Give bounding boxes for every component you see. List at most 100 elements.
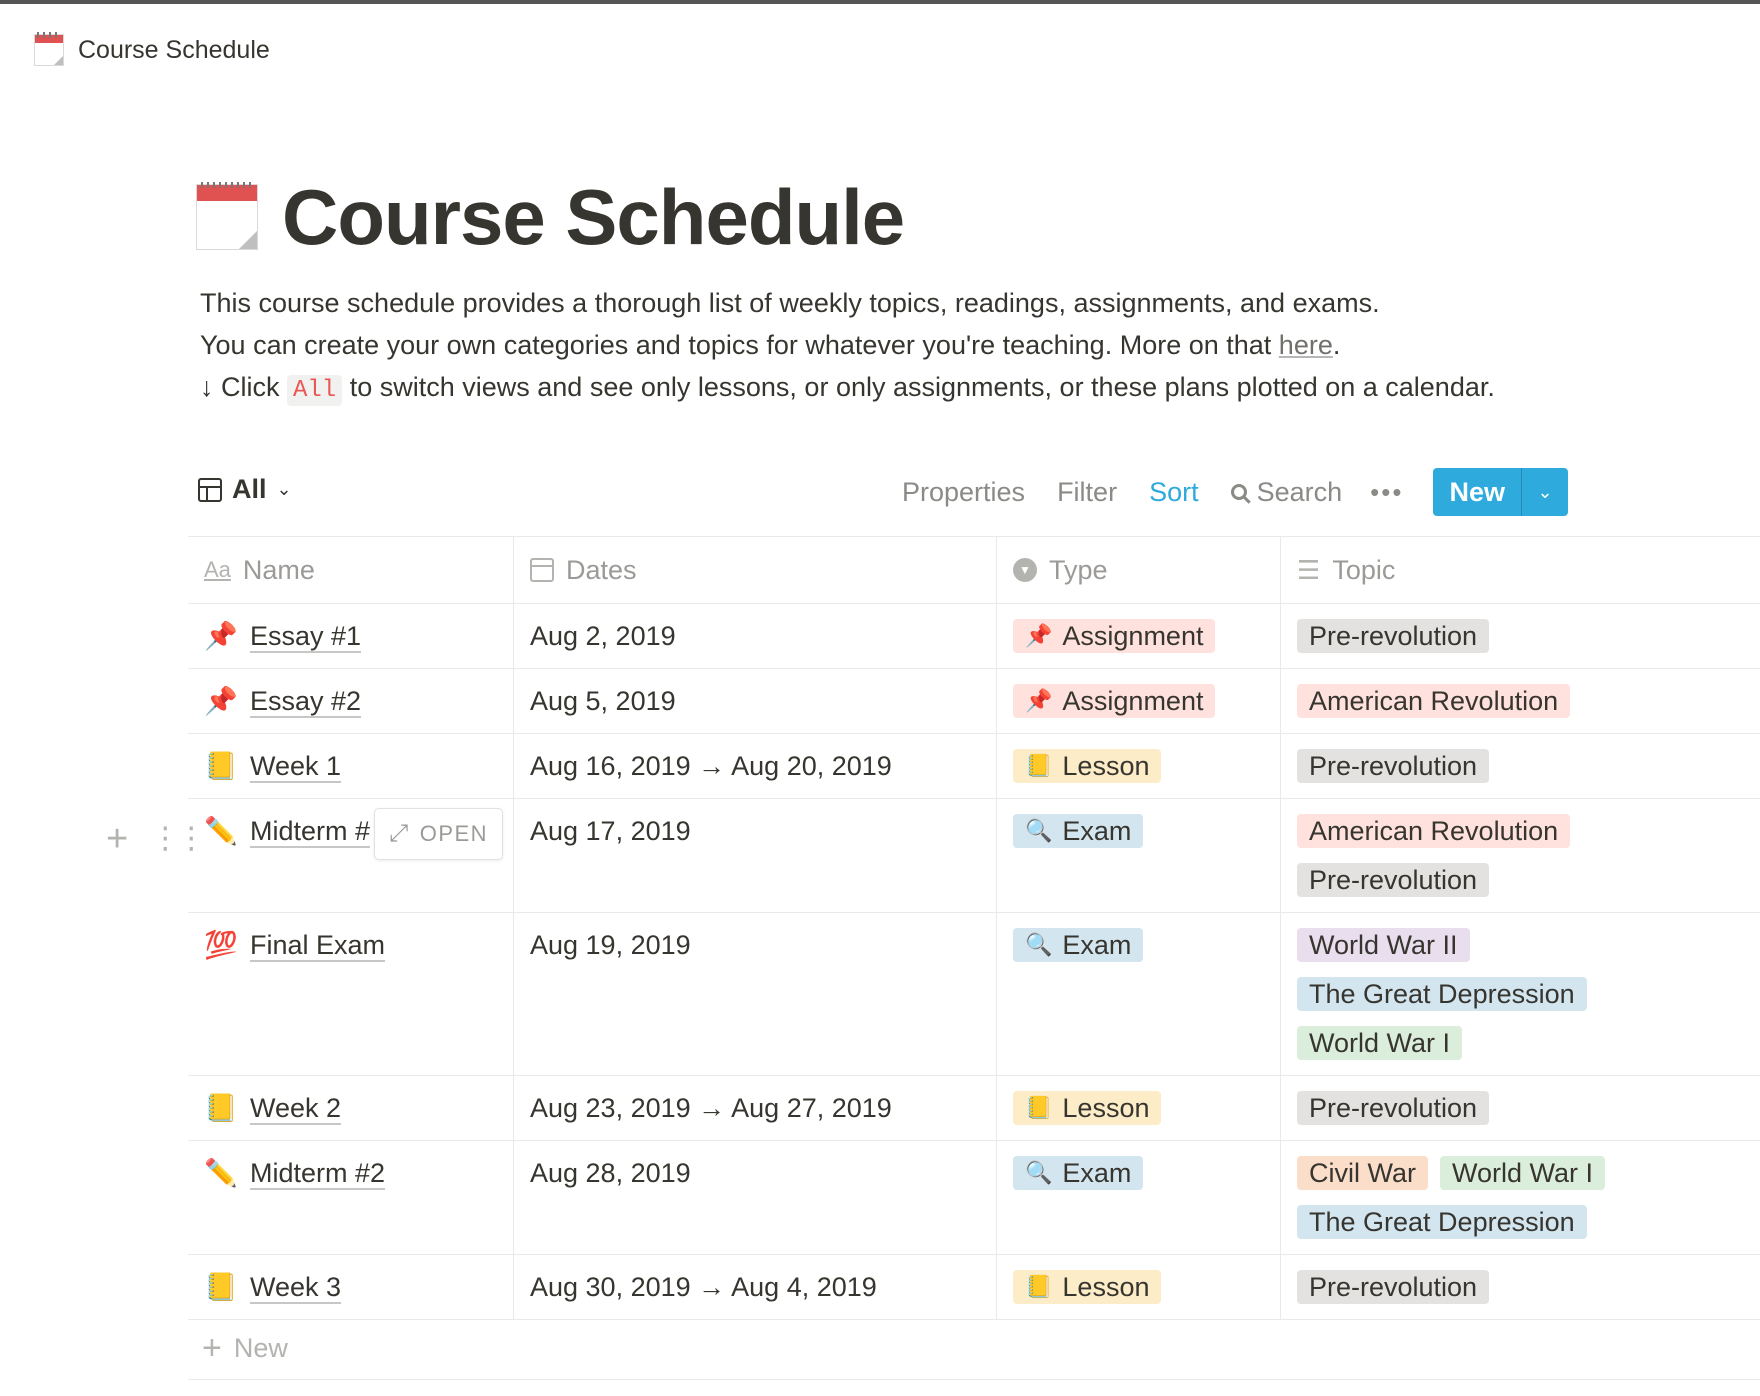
name-cell[interactable]: ✏️ Midterm #2 (188, 1141, 514, 1254)
table-row[interactable]: 📌 Essay #1 Aug 2, 2019 📌 Assignment Pre-revol… (188, 604, 1760, 669)
row-name-link[interactable]: Week 1 (250, 746, 341, 786)
type-emoji-icon: 🔍 (1025, 1160, 1053, 1185)
name-cell[interactable]: 📒 Week 3 (188, 1255, 514, 1319)
type-label: Lesson (1062, 1272, 1150, 1302)
topic-cell[interactable]: American Revolution (1281, 669, 1760, 733)
type-tag: 📌 Assignment (1013, 619, 1216, 653)
row-name-link[interactable]: Essay #2 (250, 681, 361, 721)
open-page-button[interactable]: ⤢ OPEN (374, 808, 504, 860)
dates-cell[interactable]: Aug 16, 2019 → Aug 20, 2019 (514, 734, 997, 798)
type-label: Lesson (1062, 751, 1150, 781)
topic-tag: Pre-revolution (1297, 1270, 1490, 1304)
row-emoji-icon: 📒 (204, 1093, 238, 1123)
column-header-type[interactable]: ▼ Type (997, 537, 1281, 603)
here-link[interactable]: here (1279, 330, 1333, 360)
name-cell[interactable]: 📒 Week 2 (188, 1076, 514, 1140)
type-cell[interactable]: 🔍 Exam (997, 799, 1281, 912)
column-header-name[interactable]: Aa Name (188, 537, 514, 603)
name-cell[interactable]: 📌 Essay #1 (188, 604, 514, 668)
type-cell[interactable]: 📒 Lesson (997, 1255, 1281, 1319)
type-cell[interactable]: 📌 Assignment (997, 604, 1281, 668)
row-dates: Aug 5, 2019 (530, 686, 676, 716)
dates-cell[interactable]: Aug 17, 2019 (514, 799, 997, 912)
page-title[interactable]: Course Schedule (282, 172, 905, 262)
table-row[interactable]: 💯 Final Exam Aug 19, 2019 🔍 Exam World War II… (188, 913, 1760, 1076)
topic-cell[interactable]: Pre-revolution (1281, 734, 1760, 798)
column-header-dates[interactable]: Dates (514, 537, 997, 603)
filter-button[interactable]: Filter (1057, 477, 1117, 508)
toolbar-actions: Properties Filter Sort Search ••• New ⌄ (870, 466, 1568, 518)
search-button[interactable]: Search (1230, 477, 1342, 508)
topic-tags: Pre-revolution (1297, 1088, 1744, 1128)
topic-tag: The Great Depression (1297, 977, 1587, 1011)
description-line-1: This course schedule provides a thorough… (200, 288, 1380, 318)
topic-cell[interactable]: Pre-revolution (1281, 604, 1760, 668)
column-header-topic[interactable]: ☰ Topic (1281, 537, 1760, 603)
new-button[interactable]: New (1433, 468, 1521, 516)
properties-button[interactable]: Properties (902, 477, 1025, 508)
new-button-group: New ⌄ (1433, 468, 1568, 516)
more-options-icon[interactable]: ••• (1370, 477, 1403, 508)
type-cell[interactable]: 📒 Lesson (997, 734, 1281, 798)
sort-button[interactable]: Sort (1149, 477, 1199, 508)
date-property-icon (530, 558, 554, 582)
select-property-icon: ▼ (1013, 558, 1037, 582)
table-row[interactable]: ✏️ Midterm #2 Aug 28, 2019 🔍 Exam Civil War Wo… (188, 1141, 1760, 1255)
row-emoji-icon: 📒 (204, 751, 238, 781)
dates-cell[interactable]: Aug 30, 2019 → Aug 4, 2019 (514, 1255, 997, 1319)
row-dates: Aug 16, 2019 → Aug 20, 2019 (530, 751, 892, 781)
row-name-link[interactable]: Essay #1 (250, 616, 361, 656)
row-name-link[interactable]: Week 2 (250, 1088, 341, 1128)
dates-cell[interactable]: Aug 23, 2019 → Aug 27, 2019 (514, 1076, 997, 1140)
dates-cell[interactable]: Aug 5, 2019 (514, 669, 997, 733)
type-cell[interactable]: 📌 Assignment (997, 669, 1281, 733)
row-name-link[interactable]: Midterm #2 (250, 1153, 385, 1193)
topic-cell[interactable]: World War II The Great Depression World Wa… (1281, 913, 1760, 1075)
table-row[interactable]: 📒 Week 2 Aug 23, 2019 → Aug 27, 2019 📒 Lesso… (188, 1076, 1760, 1141)
type-emoji-icon: 📒 (1025, 1095, 1053, 1120)
topic-tag: Pre-revolution (1297, 749, 1490, 783)
row-dates: Aug 23, 2019 → Aug 27, 2019 (530, 1093, 892, 1123)
name-cell[interactable]: 📒 Week 1 (188, 734, 514, 798)
topic-cell[interactable]: Civil War World War I The Great Depression (1281, 1141, 1760, 1254)
column-dates-label: Dates (566, 554, 637, 585)
dates-cell[interactable]: Aug 2, 2019 (514, 604, 997, 668)
view-switcher[interactable]: All ⌄ (198, 474, 292, 505)
table-row[interactable]: 📒 Week 3 Aug 30, 2019 → Aug 4, 2019 📒 Lesson… (188, 1255, 1760, 1320)
type-cell[interactable]: 🔍 Exam (997, 1141, 1281, 1254)
dates-cell[interactable]: Aug 28, 2019 (514, 1141, 997, 1254)
expand-arrow-icon: ⤢ (389, 820, 410, 847)
row-name-link[interactable]: Week 3 (250, 1267, 341, 1307)
row-name-link[interactable]: Final Exam (250, 925, 385, 965)
type-tag: 🔍 Exam (1013, 1156, 1144, 1190)
table-body: 📌 Essay #1 Aug 2, 2019 📌 Assignment Pre-revol… (188, 604, 1760, 1320)
type-cell[interactable]: 🔍 Exam (997, 913, 1281, 1075)
type-emoji-icon: 📌 (1025, 623, 1053, 648)
add-row-plus-icon[interactable]: + (106, 820, 128, 858)
page-calendar-icon[interactable] (196, 182, 258, 250)
page-header: Course Schedule (196, 172, 905, 262)
name-cell[interactable]: 📌 Essay #2 (188, 669, 514, 733)
topic-tag: World War II (1297, 928, 1470, 962)
type-cell[interactable]: 📒 Lesson (997, 1076, 1281, 1140)
topic-tags: World War II The Great Depression World Wa… (1297, 925, 1744, 1063)
row-name-link[interactable]: Midterm #1 (250, 811, 370, 851)
topic-cell[interactable]: Pre-revolution (1281, 1255, 1760, 1319)
name-cell[interactable]: 💯 Final Exam (188, 913, 514, 1075)
table-row[interactable]: 📒 Week 1 Aug 16, 2019 → Aug 20, 2019 📒 Lesso… (188, 734, 1760, 799)
new-dropdown-chevron-icon[interactable]: ⌄ (1521, 468, 1568, 516)
breadcrumb[interactable]: Course Schedule (34, 30, 270, 70)
table-view-icon (198, 477, 222, 502)
column-name-label: Name (242, 554, 315, 585)
dates-cell[interactable]: Aug 19, 2019 (514, 913, 997, 1075)
type-emoji-icon: 🔍 (1025, 932, 1053, 957)
row-dates: Aug 17, 2019 (530, 816, 691, 846)
calendar-icon (34, 32, 64, 66)
add-new-row-button[interactable]: + New (188, 1318, 1760, 1380)
drag-handle-icon[interactable]: ⋮⋮ (150, 824, 206, 854)
topic-cell[interactable]: Pre-revolution (1281, 1076, 1760, 1140)
type-label: Lesson (1062, 1093, 1150, 1123)
multi-select-property-icon: ☰ (1297, 554, 1321, 585)
topic-cell[interactable]: American Revolution Pre-revolution (1281, 799, 1760, 912)
table-row[interactable]: 📌 Essay #2 Aug 5, 2019 📌 Assignment American … (188, 669, 1760, 734)
